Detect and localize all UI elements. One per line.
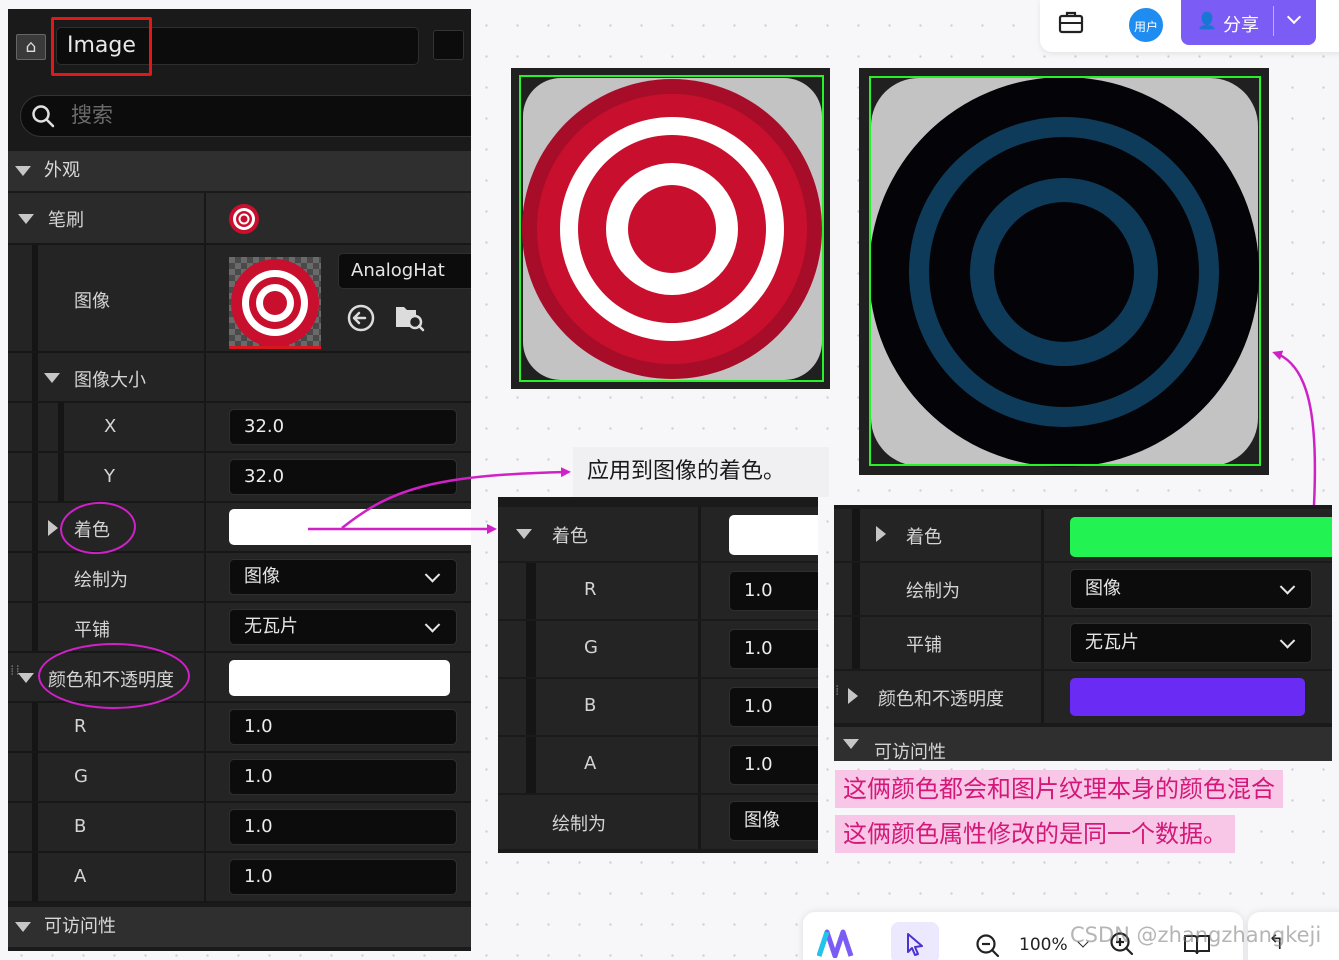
add-user-icon: 👤	[1197, 11, 1217, 30]
chevron-down-icon	[1286, 9, 1302, 25]
annotation-arrows	[308, 350, 1317, 534]
zoom-level[interactable]: 100%	[1019, 935, 1068, 955]
select-tool-button[interactable]	[891, 922, 939, 960]
user-avatar[interactable]: 用户	[1127, 6, 1165, 44]
app-logo-icon[interactable]	[817, 928, 855, 958]
toolbox-icon[interactable]	[1058, 10, 1084, 34]
zoom-out-icon[interactable]	[975, 933, 1001, 959]
share-button[interactable]: 👤 分享	[1181, 0, 1316, 45]
cursor-icon	[907, 933, 923, 956]
share-label: 分享	[1223, 15, 1259, 36]
watermark-text: CSDN @zhangzhangkeji	[1070, 923, 1322, 947]
